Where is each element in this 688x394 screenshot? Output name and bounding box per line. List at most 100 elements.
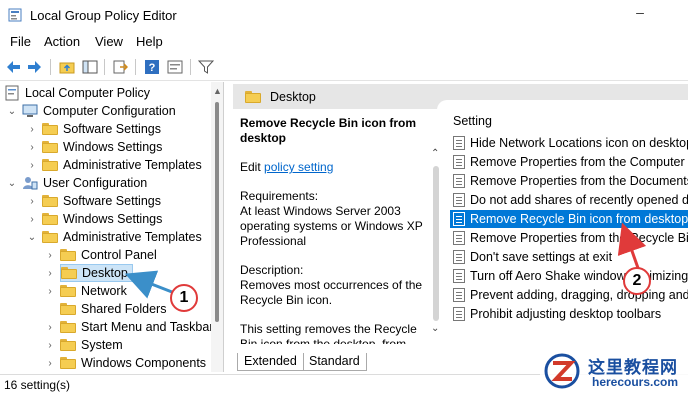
title-bar: Local Group Policy Editor –: [0, 0, 688, 30]
tree-item-uc-windows-settings[interactable]: › Windows Settings: [26, 210, 162, 228]
tree-item-start-menu-taskbar[interactable]: › Start Menu and Taskbar: [44, 318, 213, 336]
menu-action[interactable]: Action: [44, 34, 80, 49]
setting-row[interactable]: Prevent adding, dragging, dropping and c…: [450, 286, 688, 304]
setting-label: Remove Recycle Bin icon from desktop: [470, 212, 688, 226]
tree-item-windows-components[interactable]: › Windows Components: [44, 354, 206, 372]
chevron-right-icon[interactable]: ›: [26, 213, 38, 225]
policy-setting-icon: [453, 250, 465, 264]
chevron-right-icon[interactable]: ›: [44, 321, 56, 333]
toolbar-separator: [190, 59, 191, 75]
window-title: Local Group Policy Editor: [30, 8, 177, 23]
folder-up-icon[interactable]: [58, 58, 76, 76]
description-panel: Remove Recycle Bin icon from desktop Edi…: [240, 116, 425, 366]
back-arrow-icon[interactable]: [4, 58, 22, 76]
tree-item-local-computer-policy[interactable]: Local Computer Policy: [4, 84, 150, 102]
setting-row[interactable]: Remove Properties from the Documents ico…: [450, 172, 688, 190]
tree-item-system[interactable]: › System: [44, 336, 122, 354]
description-scrollbar[interactable]: ⌃ ⌄: [429, 148, 443, 338]
svg-text:?: ?: [149, 62, 156, 74]
tree-item-cc-administrative-templates[interactable]: › Administrative Templates: [26, 156, 202, 174]
menu-file[interactable]: File: [10, 34, 31, 49]
chevron-up-icon[interactable]: ⌃: [431, 148, 439, 159]
tree-item-uc-software-settings[interactable]: › Software Settings: [26, 192, 161, 210]
tree-label: Administrative Templates: [63, 158, 202, 172]
chevron-down-icon[interactable]: ⌄: [26, 231, 38, 243]
setting-row[interactable]: Turn off Aero Shake window minimizing: [450, 267, 688, 285]
folder-icon: [60, 357, 76, 369]
chevron-down-icon[interactable]: ⌄: [6, 177, 18, 189]
callout-badge-2: 2: [623, 267, 651, 295]
setting-row[interactable]: Don't save settings at exit: [450, 248, 688, 266]
tree-label: Windows Settings: [63, 140, 163, 154]
filter-icon[interactable]: [197, 58, 215, 76]
tree-item-user-configuration[interactable]: ⌄ User Configuration: [6, 174, 147, 192]
chevron-down-icon[interactable]: ⌄: [6, 105, 18, 117]
column-header-setting[interactable]: Setting: [453, 114, 492, 128]
watermark: 这里教程网 herecours.com: [540, 350, 688, 393]
tree-label: Desktop: [82, 266, 128, 280]
tree-item-network[interactable]: › Network: [44, 282, 127, 300]
status-text: 16 setting(s): [4, 378, 71, 392]
chevron-right-icon[interactable]: ›: [44, 339, 56, 351]
folder-icon: [42, 213, 58, 225]
requirements-text: At least Windows Server 2003 operating s…: [240, 204, 423, 248]
setting-row[interactable]: Prohibit adjusting desktop toolbars: [450, 305, 688, 323]
toolbar-separator: [135, 59, 136, 75]
chevron-right-icon[interactable]: ›: [26, 141, 38, 153]
tree-label: Windows Settings: [63, 212, 163, 226]
toolbar-separator: [104, 59, 105, 75]
setting-label: Do not add shares of recently opened doc…: [470, 193, 688, 207]
chevron-down-icon[interactable]: ⌄: [431, 323, 439, 334]
setting-row[interactable]: Remove Properties from the Computer icon: [450, 153, 688, 171]
description-label: Description:: [240, 263, 304, 277]
setting-label: Prevent adding, dragging, dropping and c…: [470, 288, 688, 302]
setting-row[interactable]: Do not add shares of recently opened doc…: [450, 191, 688, 209]
tree-label: Control Panel: [81, 248, 157, 262]
tree-item-desktop[interactable]: › Desktop: [44, 264, 133, 282]
chevron-right-icon[interactable]: ›: [26, 123, 38, 135]
show-hide-tree-icon[interactable]: [81, 58, 99, 76]
tree-pane: Local Computer Policy ⌄ Computer Configu…: [0, 82, 224, 372]
tree-item-cc-software-settings[interactable]: › Software Settings: [26, 120, 161, 138]
tree-item-shared-folders[interactable]: › Shared Folders: [44, 300, 166, 318]
scrollbar-thumb[interactable]: [215, 102, 219, 322]
tree-label: Local Computer Policy: [25, 86, 151, 100]
tree-scrollbar[interactable]: ▲: [211, 82, 223, 372]
scroll-up-icon[interactable]: ▲: [213, 86, 222, 96]
tree-label: Windows Components: [81, 356, 207, 370]
setting-row[interactable]: Hide Network Locations icon on desktop: [450, 134, 688, 152]
setting-row-selected[interactable]: Remove Recycle Bin icon from desktop: [450, 210, 688, 228]
chevron-right-icon[interactable]: ›: [44, 249, 56, 261]
scrollbar-thumb[interactable]: [433, 166, 439, 321]
menu-view[interactable]: View: [95, 34, 123, 49]
minimize-button[interactable]: –: [628, 4, 652, 24]
setting-row[interactable]: Remove Properties from the Recycle Bin c…: [450, 229, 688, 247]
chevron-right-icon[interactable]: ›: [44, 285, 56, 297]
tab-standard[interactable]: Standard: [303, 353, 367, 371]
tree-item-uc-administrative-templates[interactable]: ⌄ Administrative Templates: [26, 228, 202, 246]
help-icon[interactable]: ?: [143, 58, 161, 76]
chevron-right-icon[interactable]: ›: [44, 357, 56, 369]
tree-item-cc-windows-settings[interactable]: › Windows Settings: [26, 138, 162, 156]
tree-item-control-panel[interactable]: › Control Panel: [44, 246, 157, 264]
tab-extended[interactable]: Extended: [237, 353, 304, 371]
export-list-icon[interactable]: [111, 58, 129, 76]
setting-label: Don't save settings at exit: [470, 250, 613, 264]
callout-badge-1: 1: [170, 284, 198, 312]
menu-help[interactable]: Help: [136, 34, 163, 49]
tree-selection: Desktop: [60, 264, 133, 282]
chevron-right-icon[interactable]: ›: [26, 159, 38, 171]
forward-arrow-icon[interactable]: [26, 58, 44, 76]
policy-setting-icon: [453, 155, 465, 169]
setting-label: Remove Properties from the Computer icon: [470, 155, 688, 169]
watermark-text-en: herecours.com: [592, 375, 679, 389]
properties-icon[interactable]: [166, 58, 184, 76]
edit-line: Edit policy setting: [240, 160, 425, 175]
chevron-right-icon[interactable]: ›: [26, 195, 38, 207]
policy-setting-icon: [453, 231, 465, 245]
group-policy-app-icon: [8, 8, 22, 22]
chevron-right-icon[interactable]: ›: [44, 267, 56, 279]
policy-setting-link[interactable]: policy setting: [264, 160, 333, 174]
tree-item-computer-configuration[interactable]: ⌄ Computer Configuration: [6, 102, 176, 120]
folder-icon: [60, 303, 76, 315]
